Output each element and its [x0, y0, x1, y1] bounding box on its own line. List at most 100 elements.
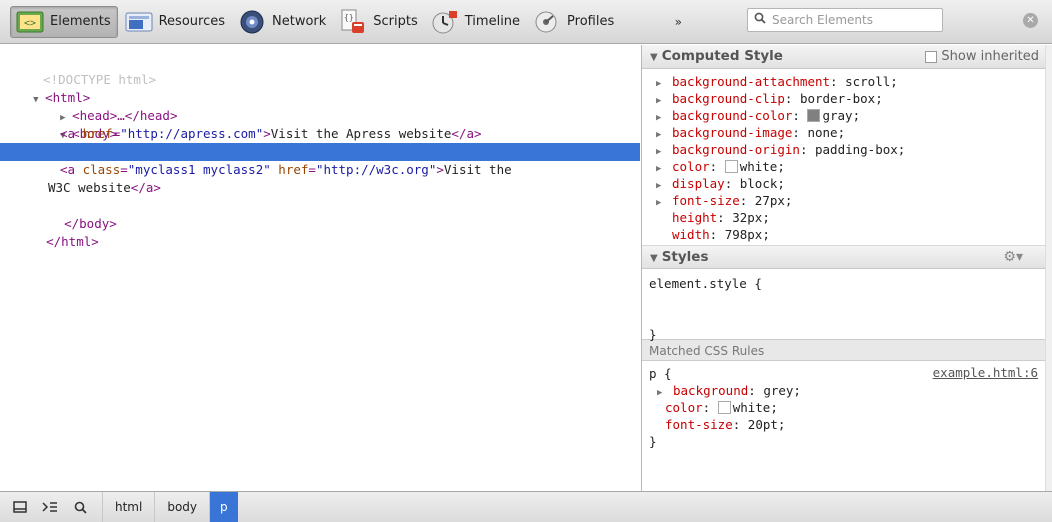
color-swatch[interactable] — [724, 160, 738, 173]
computed-prop[interactable]: width: 798px; — [642, 226, 1045, 243]
prop-value: white; — [739, 159, 785, 174]
color-swatch[interactable] — [807, 109, 821, 122]
prop-name: width — [672, 227, 710, 242]
gear-icon[interactable]: ⚙▾ — [1003, 246, 1023, 269]
prop-value: 798px; — [724, 227, 770, 242]
dom-node-doctype[interactable]: <!DOCTYPE html> — [0, 53, 640, 87]
tab-label: Timeline — [464, 14, 521, 29]
dom-node-a-apress[interactable]: <a href="http://apress.com">Visit the Ap… — [0, 125, 640, 143]
dock-toggle-icon[interactable] — [8, 496, 32, 518]
svg-text:{}: {} — [344, 13, 354, 22]
section-title: Computed Style — [661, 48, 783, 64]
prop-value: 27px; — [754, 193, 793, 208]
svg-text:<>: <> — [24, 18, 36, 29]
attr-name: href — [278, 162, 309, 177]
color-swatch[interactable] — [717, 401, 731, 414]
source-link[interactable]: example.html:6 — [933, 365, 1038, 380]
show-inherited-checkbox[interactable] — [925, 50, 938, 63]
breadcrumb-p[interactable]: p — [209, 491, 238, 522]
tab-label: Network — [272, 14, 327, 29]
styles-header[interactable]: ▼ Styles ⚙▾ — [642, 245, 1045, 269]
dom-node-head[interactable]: ▶ <head>…</head> — [0, 89, 640, 123]
computed-prop[interactable]: ▶ background-attachment: scroll; — [642, 73, 1045, 90]
prop-value: none; — [807, 125, 846, 140]
prop-name: background-origin — [672, 142, 800, 157]
prop-value: 32px; — [732, 210, 770, 225]
prop-name: display — [672, 176, 725, 191]
expand-triangle-icon: ▼ — [650, 52, 658, 63]
elements-icon: <> — [15, 9, 45, 35]
scripts-icon: {} — [338, 9, 368, 35]
collapsed-triangle-icon[interactable]: ▶ — [656, 195, 672, 212]
computed-prop[interactable]: ▶ background-origin: padding-box; — [642, 141, 1045, 158]
tag-text: <a — [60, 162, 76, 177]
dom-node-a-w3c[interactable]: <a class="myclass1 myclass2" href="http:… — [0, 161, 640, 179]
dom-node-a-w3c-cont[interactable]: W3C website</a> — [0, 179, 640, 197]
console-icon[interactable] — [38, 496, 62, 518]
prop-value: gray; — [822, 108, 861, 123]
prop-name: color — [672, 159, 710, 174]
tab-elements[interactable]: <> Elements — [10, 5, 118, 38]
computed-prop[interactable]: ▶ color: white; — [642, 158, 1045, 175]
element-style-block[interactable]: element.style { } — [642, 269, 1045, 342]
computed-style-header[interactable]: ▼ Computed Style Show inherited — [642, 45, 1045, 69]
tab-network[interactable]: Network — [233, 6, 332, 38]
inspect-search-icon[interactable] — [68, 496, 92, 518]
breadcrumb-html[interactable]: html — [102, 491, 154, 522]
tab-label: Elements — [50, 14, 111, 29]
expand-triangle-icon: ▼ — [650, 253, 658, 264]
search-input[interactable] — [772, 13, 942, 27]
rule-prop[interactable]: font-size: 20pt; — [649, 416, 1045, 433]
sidebar-scrollbar[interactable] — [1045, 45, 1052, 491]
search-box — [747, 8, 943, 32]
prop-name: background-attachment — [672, 74, 831, 89]
prop-value: 20pt; — [747, 417, 786, 432]
dom-node-html-close[interactable]: </html> — [0, 215, 640, 249]
computed-prop[interactable]: ▶ background-color: gray; — [642, 107, 1045, 124]
prop-value: block; — [739, 176, 785, 191]
tab-resources[interactable]: Resources — [120, 6, 231, 38]
dom-node-body[interactable]: ▼ <body> — [0, 107, 640, 141]
computed-prop[interactable]: ▶ background-clip: border-box; — [642, 90, 1045, 107]
more-tabs-chevron-icon[interactable]: » — [668, 15, 688, 29]
network-icon — [237, 9, 267, 35]
computed-prop[interactable]: ▶ font-size: 27px; — [642, 192, 1045, 209]
rule-prop[interactable]: ▶ background: grey; — [649, 382, 1045, 399]
computed-prop[interactable]: ▶ display: block; — [642, 175, 1045, 192]
tag-text: </html> — [46, 234, 99, 249]
tag-text: <a — [60, 126, 76, 141]
tag-text: </a> — [130, 180, 161, 195]
prop-name: background-image — [672, 125, 793, 140]
show-inherited-label: Show inherited — [941, 49, 1039, 64]
prop-name: background-clip — [672, 91, 785, 106]
tab-profiles[interactable]: Profiles — [528, 6, 620, 38]
dom-node-p-selected[interactable]: ▶ <p>…</p> — [0, 143, 640, 177]
attr-value: "http://w3c.org" — [315, 162, 437, 177]
resources-icon — [124, 9, 154, 35]
node-text: Visit the — [443, 162, 512, 177]
rule-prop[interactable]: color: white; — [649, 399, 1045, 416]
prop-name: color — [665, 400, 703, 415]
prop-value: grey; — [763, 383, 801, 398]
tab-scripts[interactable]: {} Scripts — [334, 6, 423, 38]
rule-close: } — [649, 434, 657, 449]
node-text: W3C website — [48, 180, 131, 195]
css-rule[interactable]: example.html:6 p { ▶ background: grey; co… — [642, 361, 1045, 450]
tag-text: </a> — [451, 126, 482, 141]
timeline-icon — [430, 9, 460, 35]
status-bar: html body p — [0, 491, 1052, 522]
show-inherited-toggle[interactable]: Show inherited — [925, 45, 1039, 68]
breadcrumb-body[interactable]: body — [154, 491, 209, 522]
computed-prop[interactable]: ▶ background-image: none; — [642, 124, 1045, 141]
close-icon[interactable]: ✕ — [1023, 13, 1038, 28]
attr-value: "myclass1 myclass2" — [127, 162, 271, 177]
element-style-close: } — [649, 327, 657, 342]
prop-name: font-size — [665, 417, 733, 432]
tab-timeline[interactable]: Timeline — [426, 6, 526, 38]
dom-node-html[interactable]: ▼ <html> — [0, 71, 640, 105]
computed-prop[interactable]: height: 32px; — [642, 209, 1045, 226]
attr-value: "http://apress.com" — [120, 126, 264, 141]
dom-node-body-close[interactable]: </body> — [0, 197, 640, 231]
prop-name: background — [673, 383, 749, 398]
dom-tree: <!DOCTYPE html> ▼ <html> ▶ <head>…</head> … — [0, 45, 640, 491]
